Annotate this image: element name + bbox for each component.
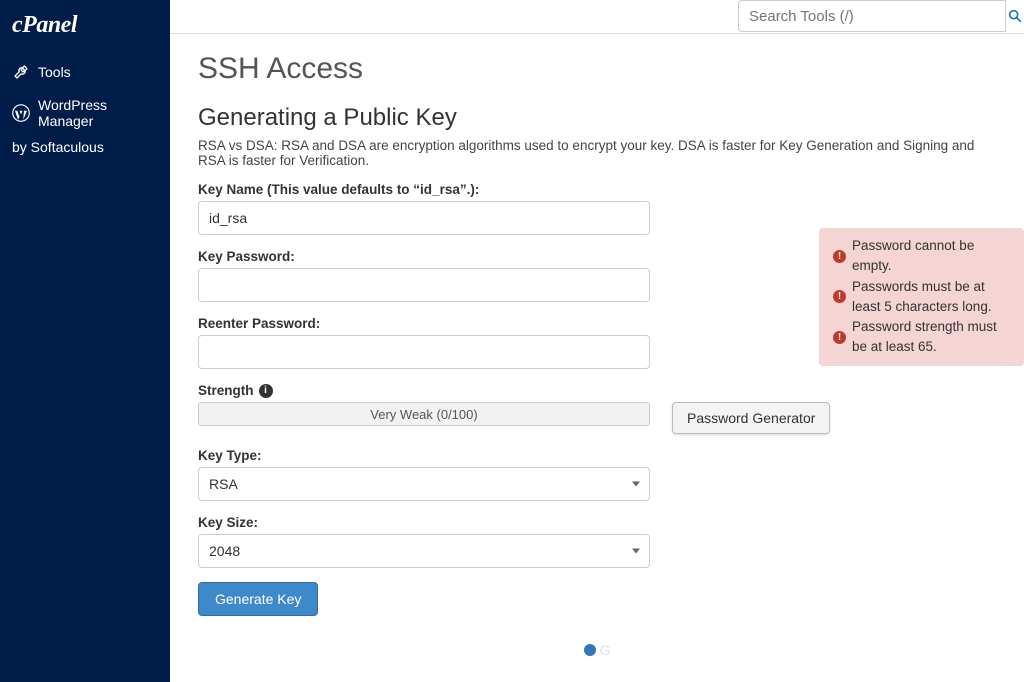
go-back-link[interactable]: G	[198, 642, 996, 658]
sidebar: cPanel Tools WordPress Manager by Softac…	[0, 0, 170, 682]
page-description: RSA vs DSA: RSA and DSA are encryption a…	[198, 138, 996, 168]
error-text: Passwords must be at least 5 characters …	[852, 277, 1010, 318]
sidebar-item-label: Tools	[38, 64, 71, 80]
key-size-select[interactable]: 2048	[198, 534, 650, 568]
strength-meter: Very Weak (0/100)	[198, 402, 650, 426]
generate-key-button[interactable]: Generate Key	[198, 582, 318, 616]
key-type-label: Key Type:	[198, 448, 996, 463]
sidebar-item-wordpress[interactable]: WordPress Manager	[0, 89, 170, 137]
password-generator-button[interactable]: Password Generator	[672, 402, 830, 434]
error-icon: !	[833, 331, 846, 344]
sidebar-subtext: by Softaculous	[0, 137, 170, 163]
error-icon: !	[833, 290, 846, 303]
strength-label: Strength	[198, 383, 254, 398]
key-name-label: Key Name (This value defaults to “id_rsa…	[198, 182, 996, 197]
key-password-input[interactable]	[198, 268, 650, 302]
key-size-label: Key Size:	[198, 515, 996, 530]
error-icon: !	[833, 250, 846, 263]
search-icon[interactable]	[1006, 0, 1024, 32]
error-text: Password cannot be empty.	[852, 236, 1010, 277]
tools-icon	[12, 63, 30, 81]
sidebar-item-tools[interactable]: Tools	[0, 55, 170, 89]
validation-errors: ! Password cannot be empty. ! Passwords …	[819, 228, 1024, 366]
strength-text: Very Weak (0/100)	[370, 407, 477, 422]
wordpress-icon	[12, 104, 30, 122]
error-text: Password strength must be at least 65.	[852, 317, 1010, 358]
info-icon[interactable]: i	[259, 384, 273, 398]
error-item: ! Passwords must be at least 5 character…	[833, 277, 1010, 318]
key-type-select[interactable]: RSA	[198, 467, 650, 501]
page-subheading: Generating a Public Key	[198, 104, 996, 132]
key-name-input[interactable]	[198, 201, 650, 235]
sidebar-item-label: WordPress Manager	[38, 97, 158, 129]
error-item: ! Password strength must be at least 65.	[833, 317, 1010, 358]
brand-logo: cPanel	[0, 12, 170, 55]
reenter-password-input[interactable]	[198, 335, 650, 369]
top-search-row	[170, 0, 1024, 34]
back-icon	[584, 644, 596, 656]
error-item: ! Password cannot be empty.	[833, 236, 1010, 277]
search-input[interactable]	[738, 0, 1006, 32]
page-title: SSH Access	[198, 52, 996, 86]
